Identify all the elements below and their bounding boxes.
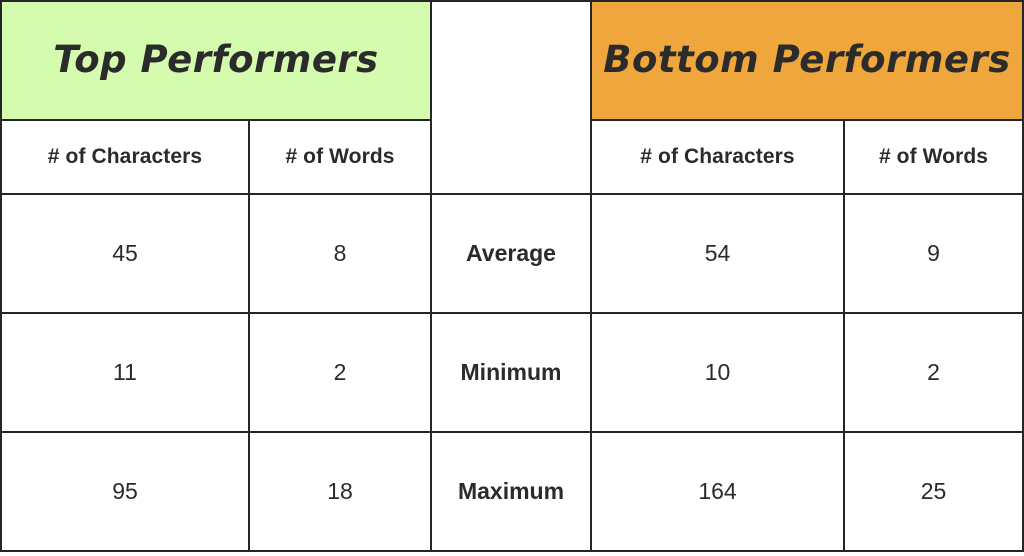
- cell-top-words: 8: [248, 193, 432, 314]
- cell-bottom-words: 25: [843, 431, 1024, 552]
- column-header-top-characters: # of Characters: [0, 119, 250, 195]
- table-row: 11 2 Minimum 10 2: [0, 312, 1024, 433]
- row-label-average: Average: [430, 193, 592, 314]
- cell-bottom-characters: 164: [590, 431, 845, 552]
- column-header-bottom-words: # of Words: [843, 119, 1024, 195]
- cell-top-words: 2: [248, 312, 432, 433]
- group-header-top-performers: Top Performers: [0, 0, 432, 121]
- cell-top-characters: 11: [0, 312, 250, 433]
- row-label-maximum: Maximum: [430, 431, 592, 552]
- column-header-bottom-characters: # of Characters: [590, 119, 845, 195]
- group-header-row: Top Performers Bottom Performers: [0, 0, 1024, 195]
- cell-bottom-words: 2: [843, 312, 1024, 433]
- column-header-top-words: # of Words: [248, 119, 432, 195]
- group-header-gutter: [430, 0, 592, 195]
- table-body: 45 8 Average 54 9 11 2 Minimum 10 2 95 1…: [0, 193, 1024, 552]
- table-head: Top Performers Bottom Performers # of Ch…: [0, 0, 1024, 195]
- stats-table-container: Top Performers Bottom Performers # of Ch…: [0, 0, 1024, 556]
- group-header-bottom-performers: Bottom Performers: [590, 0, 1024, 121]
- cell-top-characters: 95: [0, 431, 250, 552]
- performer-stats-table: Top Performers Bottom Performers # of Ch…: [0, 0, 1024, 552]
- row-label-minimum: Minimum: [430, 312, 592, 433]
- table-row: 95 18 Maximum 164 25: [0, 431, 1024, 552]
- cell-bottom-words: 9: [843, 193, 1024, 314]
- cell-bottom-characters: 10: [590, 312, 845, 433]
- table-row: 45 8 Average 54 9: [0, 193, 1024, 314]
- cell-top-words: 18: [248, 431, 432, 552]
- cell-bottom-characters: 54: [590, 193, 845, 314]
- cell-top-characters: 45: [0, 193, 250, 314]
